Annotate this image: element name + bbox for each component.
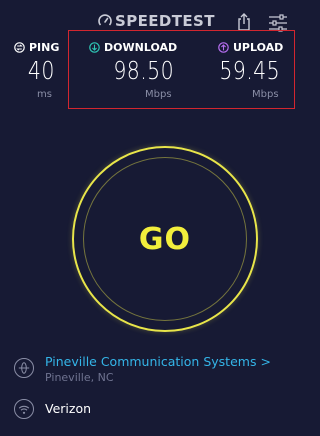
chevron-right-icon: >	[260, 354, 271, 369]
ping-unit: ms	[37, 89, 52, 100]
server-link[interactable]: Pineville Communication Systems >	[45, 354, 271, 369]
ping-header: PING	[14, 41, 59, 54]
isp-name[interactable]: Verizon	[45, 401, 91, 416]
gauge-icon	[98, 14, 112, 26]
go-button[interactable]: GO	[83, 157, 247, 321]
server-location: Pineville, NC	[45, 371, 114, 384]
ping-icon	[14, 42, 25, 53]
speedtest-logo: SPEEDTEST	[98, 11, 215, 31]
highlight-box	[68, 30, 295, 109]
ping-value: 40	[28, 56, 55, 85]
app-title: SPEEDTEST	[115, 12, 215, 30]
wifi-icon	[14, 399, 34, 419]
ping-label: PING	[29, 41, 60, 54]
server-name: Pineville Communication Systems	[45, 354, 257, 369]
share-icon[interactable]	[236, 13, 252, 31]
globe-icon	[14, 358, 34, 378]
